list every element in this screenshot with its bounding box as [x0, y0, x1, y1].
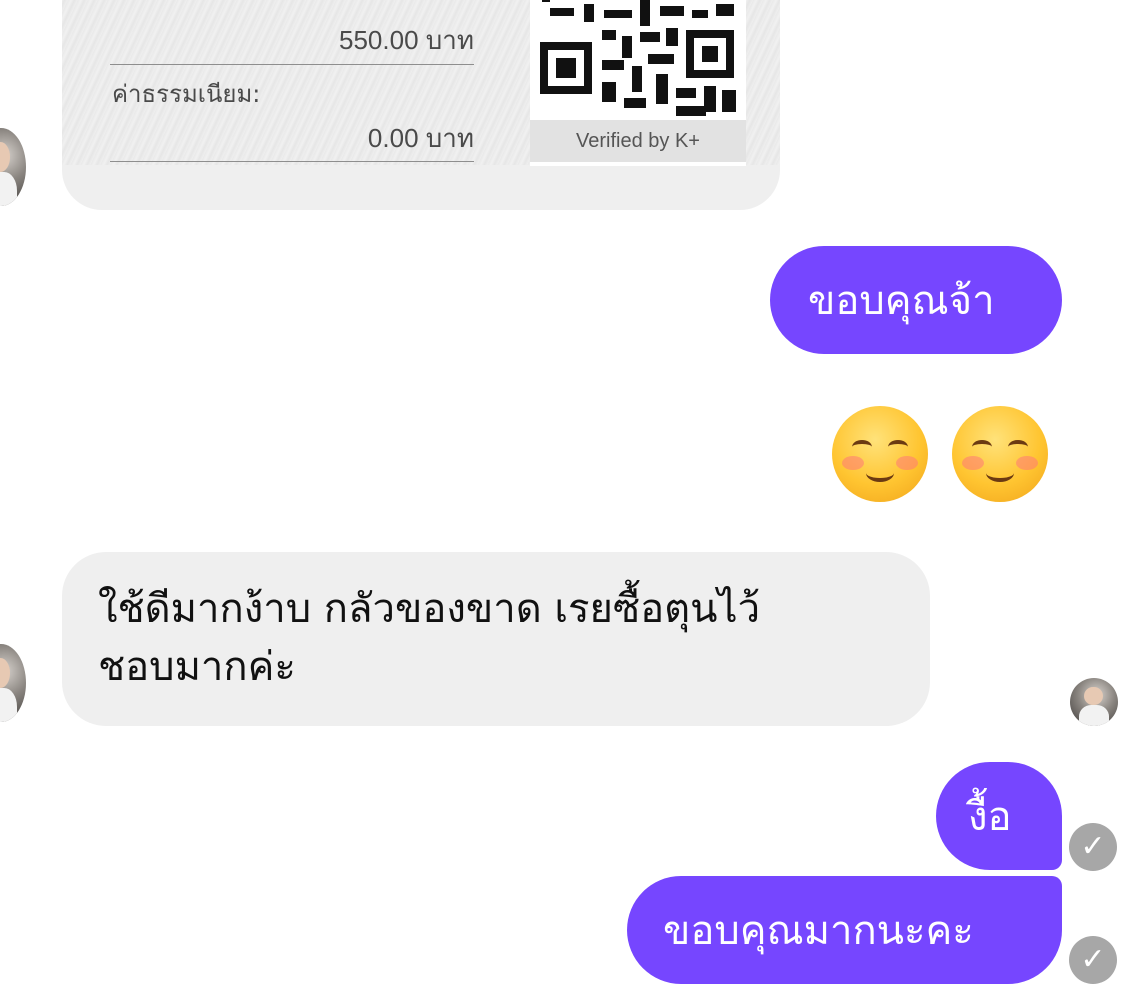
- receipt-fee-label: ค่าธรรมเนียม:: [112, 80, 261, 108]
- payment-receipt-image[interactable]: 550.00 บาท ค่าธรรมเนียม: 0.00 บาท Verifi…: [62, 0, 780, 210]
- divider: [110, 161, 474, 162]
- smiling-face-icon: [952, 406, 1048, 502]
- qr-code-panel: Verified by K+: [530, 0, 746, 166]
- outgoing-message[interactable]: งื้อ: [936, 762, 1062, 870]
- emoji-message[interactable]: ☺️ ☺️: [830, 404, 1052, 504]
- qr-verified-caption: Verified by K+: [530, 120, 746, 162]
- outgoing-message[interactable]: ขอบคุณจ้า: [770, 246, 1062, 354]
- message-text: ขอบคุณมากนะคะ: [663, 908, 974, 954]
- message-text: ขอบคุณจ้า: [808, 278, 995, 324]
- smiling-face-icon: [832, 406, 928, 502]
- checkmark-icon: ✓: [1069, 936, 1117, 984]
- receipt-amount: 550.00 บาท: [339, 25, 474, 55]
- incoming-message[interactable]: ใช้ดีมากง้าบ กลัวของขาด เรยซื้อตุนไว้ ชอ…: [62, 552, 930, 726]
- message-text-line: ชอบมากค่ะ: [98, 644, 296, 690]
- outgoing-message[interactable]: ขอบคุณมากนะคะ: [627, 876, 1062, 984]
- contact-avatar[interactable]: [0, 128, 26, 206]
- qr-code-icon: [540, 0, 738, 118]
- divider: [110, 64, 474, 65]
- contact-avatar[interactable]: [0, 644, 26, 722]
- message-text-line: ใช้ดีมากง้าบ กลัวของขาด เรยซื้อตุนไว้: [98, 586, 761, 632]
- message-text: งื้อ: [968, 794, 1012, 840]
- receipt-card: 550.00 บาท ค่าธรรมเนียม: 0.00 บาท Verifi…: [62, 0, 780, 166]
- checkmark-icon: ✓: [1069, 823, 1117, 871]
- seen-avatar: [1070, 678, 1118, 726]
- receipt-fee-value: 0.00 บาท: [367, 123, 474, 153]
